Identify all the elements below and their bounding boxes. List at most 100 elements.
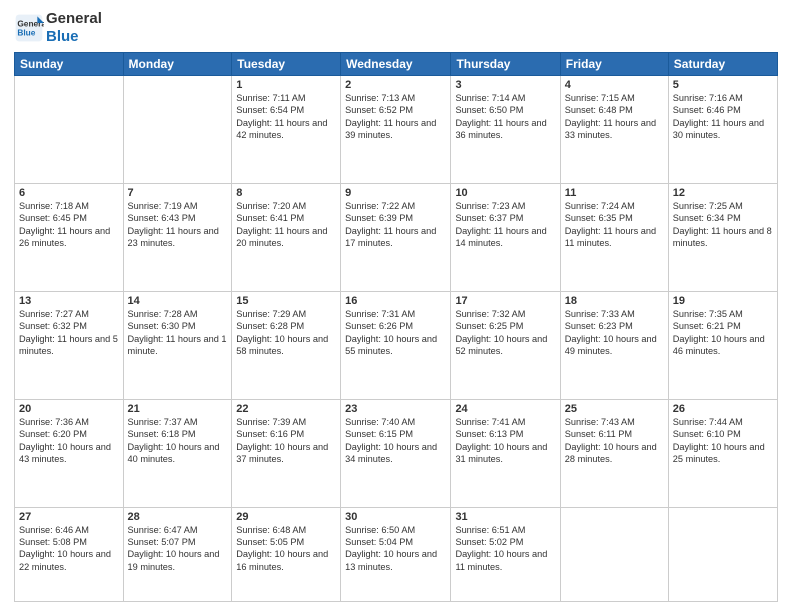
- calendar-cell: 26Sunrise: 7:44 AM Sunset: 6:10 PM Dayli…: [668, 399, 777, 507]
- calendar-cell: 1Sunrise: 7:11 AM Sunset: 6:54 PM Daylig…: [232, 76, 341, 184]
- day-info: Sunrise: 7:23 AM Sunset: 6:37 PM Dayligh…: [455, 200, 555, 250]
- calendar-cell: [668, 507, 777, 601]
- day-number: 26: [673, 403, 773, 415]
- day-info: Sunrise: 7:32 AM Sunset: 6:25 PM Dayligh…: [455, 308, 555, 358]
- day-number: 19: [673, 295, 773, 307]
- day-info: Sunrise: 7:16 AM Sunset: 6:46 PM Dayligh…: [673, 92, 773, 142]
- column-header-sunday: Sunday: [15, 53, 124, 76]
- calendar-cell: 15Sunrise: 7:29 AM Sunset: 6:28 PM Dayli…: [232, 291, 341, 399]
- day-number: 10: [455, 187, 555, 199]
- calendar-cell: 18Sunrise: 7:33 AM Sunset: 6:23 PM Dayli…: [560, 291, 668, 399]
- day-info: Sunrise: 7:14 AM Sunset: 6:50 PM Dayligh…: [455, 92, 555, 142]
- day-info: Sunrise: 7:36 AM Sunset: 6:20 PM Dayligh…: [19, 416, 119, 466]
- calendar-cell: 3Sunrise: 7:14 AM Sunset: 6:50 PM Daylig…: [451, 76, 560, 184]
- column-header-friday: Friday: [560, 53, 668, 76]
- day-info: Sunrise: 7:25 AM Sunset: 6:34 PM Dayligh…: [673, 200, 773, 250]
- day-number: 17: [455, 295, 555, 307]
- calendar-cell: 12Sunrise: 7:25 AM Sunset: 6:34 PM Dayli…: [668, 183, 777, 291]
- day-info: Sunrise: 7:29 AM Sunset: 6:28 PM Dayligh…: [236, 308, 336, 358]
- day-number: 15: [236, 295, 336, 307]
- calendar-cell: 31Sunrise: 6:51 AM Sunset: 5:02 PM Dayli…: [451, 507, 560, 601]
- calendar-cell: 23Sunrise: 7:40 AM Sunset: 6:15 PM Dayli…: [341, 399, 451, 507]
- day-info: Sunrise: 7:22 AM Sunset: 6:39 PM Dayligh…: [345, 200, 446, 250]
- calendar-cell: 4Sunrise: 7:15 AM Sunset: 6:48 PM Daylig…: [560, 76, 668, 184]
- day-info: Sunrise: 7:27 AM Sunset: 6:32 PM Dayligh…: [19, 308, 119, 358]
- calendar-cell: 10Sunrise: 7:23 AM Sunset: 6:37 PM Dayli…: [451, 183, 560, 291]
- day-info: Sunrise: 7:13 AM Sunset: 6:52 PM Dayligh…: [345, 92, 446, 142]
- calendar-cell: 14Sunrise: 7:28 AM Sunset: 6:30 PM Dayli…: [123, 291, 232, 399]
- day-info: Sunrise: 7:15 AM Sunset: 6:48 PM Dayligh…: [565, 92, 664, 142]
- calendar-cell: [560, 507, 668, 601]
- day-number: 31: [455, 511, 555, 523]
- day-number: 14: [128, 295, 228, 307]
- day-number: 23: [345, 403, 446, 415]
- day-number: 13: [19, 295, 119, 307]
- svg-text:Blue: Blue: [17, 28, 35, 38]
- logo-text: General Blue: [46, 10, 102, 46]
- day-info: Sunrise: 7:11 AM Sunset: 6:54 PM Dayligh…: [236, 92, 336, 142]
- calendar-cell: [123, 76, 232, 184]
- day-info: Sunrise: 7:24 AM Sunset: 6:35 PM Dayligh…: [565, 200, 664, 250]
- calendar-table: SundayMondayTuesdayWednesdayThursdayFrid…: [14, 52, 778, 602]
- day-number: 21: [128, 403, 228, 415]
- day-info: Sunrise: 7:37 AM Sunset: 6:18 PM Dayligh…: [128, 416, 228, 466]
- day-info: Sunrise: 6:46 AM Sunset: 5:08 PM Dayligh…: [19, 524, 119, 574]
- day-number: 28: [128, 511, 228, 523]
- column-header-thursday: Thursday: [451, 53, 560, 76]
- column-header-saturday: Saturday: [668, 53, 777, 76]
- calendar-week-row: 6Sunrise: 7:18 AM Sunset: 6:45 PM Daylig…: [15, 183, 778, 291]
- calendar-cell: 7Sunrise: 7:19 AM Sunset: 6:43 PM Daylig…: [123, 183, 232, 291]
- calendar-cell: 24Sunrise: 7:41 AM Sunset: 6:13 PM Dayli…: [451, 399, 560, 507]
- day-number: 16: [345, 295, 446, 307]
- calendar-cell: 30Sunrise: 6:50 AM Sunset: 5:04 PM Dayli…: [341, 507, 451, 601]
- day-number: 6: [19, 187, 119, 199]
- calendar-week-row: 20Sunrise: 7:36 AM Sunset: 6:20 PM Dayli…: [15, 399, 778, 507]
- day-info: Sunrise: 7:28 AM Sunset: 6:30 PM Dayligh…: [128, 308, 228, 358]
- calendar-cell: 19Sunrise: 7:35 AM Sunset: 6:21 PM Dayli…: [668, 291, 777, 399]
- day-number: 30: [345, 511, 446, 523]
- day-info: Sunrise: 7:41 AM Sunset: 6:13 PM Dayligh…: [455, 416, 555, 466]
- calendar-cell: 13Sunrise: 7:27 AM Sunset: 6:32 PM Dayli…: [15, 291, 124, 399]
- calendar-week-row: 27Sunrise: 6:46 AM Sunset: 5:08 PM Dayli…: [15, 507, 778, 601]
- column-header-tuesday: Tuesday: [232, 53, 341, 76]
- day-info: Sunrise: 6:51 AM Sunset: 5:02 PM Dayligh…: [455, 524, 555, 574]
- day-number: 25: [565, 403, 664, 415]
- day-number: 12: [673, 187, 773, 199]
- logo-general: General: [46, 10, 102, 27]
- calendar-cell: 21Sunrise: 7:37 AM Sunset: 6:18 PM Dayli…: [123, 399, 232, 507]
- calendar-cell: 16Sunrise: 7:31 AM Sunset: 6:26 PM Dayli…: [341, 291, 451, 399]
- calendar-cell: 29Sunrise: 6:48 AM Sunset: 5:05 PM Dayli…: [232, 507, 341, 601]
- calendar-cell: 25Sunrise: 7:43 AM Sunset: 6:11 PM Dayli…: [560, 399, 668, 507]
- calendar-cell: 17Sunrise: 7:32 AM Sunset: 6:25 PM Dayli…: [451, 291, 560, 399]
- calendar-week-row: 1Sunrise: 7:11 AM Sunset: 6:54 PM Daylig…: [15, 76, 778, 184]
- day-number: 1: [236, 79, 336, 91]
- logo: General Blue General Blue: [14, 10, 102, 46]
- day-info: Sunrise: 7:18 AM Sunset: 6:45 PM Dayligh…: [19, 200, 119, 250]
- logo-icon: General Blue: [14, 13, 44, 43]
- calendar-cell: 27Sunrise: 6:46 AM Sunset: 5:08 PM Dayli…: [15, 507, 124, 601]
- day-number: 5: [673, 79, 773, 91]
- column-header-wednesday: Wednesday: [341, 53, 451, 76]
- day-number: 22: [236, 403, 336, 415]
- day-number: 2: [345, 79, 446, 91]
- calendar-cell: 2Sunrise: 7:13 AM Sunset: 6:52 PM Daylig…: [341, 76, 451, 184]
- calendar-cell: 22Sunrise: 7:39 AM Sunset: 6:16 PM Dayli…: [232, 399, 341, 507]
- day-number: 29: [236, 511, 336, 523]
- page-header: General Blue General Blue: [14, 10, 778, 46]
- calendar-cell: 11Sunrise: 7:24 AM Sunset: 6:35 PM Dayli…: [560, 183, 668, 291]
- day-info: Sunrise: 7:33 AM Sunset: 6:23 PM Dayligh…: [565, 308, 664, 358]
- calendar-cell: 8Sunrise: 7:20 AM Sunset: 6:41 PM Daylig…: [232, 183, 341, 291]
- day-number: 9: [345, 187, 446, 199]
- day-info: Sunrise: 7:44 AM Sunset: 6:10 PM Dayligh…: [673, 416, 773, 466]
- calendar-cell: [15, 76, 124, 184]
- day-number: 4: [565, 79, 664, 91]
- day-info: Sunrise: 7:20 AM Sunset: 6:41 PM Dayligh…: [236, 200, 336, 250]
- day-number: 8: [236, 187, 336, 199]
- day-info: Sunrise: 6:48 AM Sunset: 5:05 PM Dayligh…: [236, 524, 336, 574]
- day-number: 3: [455, 79, 555, 91]
- calendar-cell: 5Sunrise: 7:16 AM Sunset: 6:46 PM Daylig…: [668, 76, 777, 184]
- logo-blue: Blue: [46, 28, 79, 45]
- day-number: 24: [455, 403, 555, 415]
- calendar-header-row: SundayMondayTuesdayWednesdayThursdayFrid…: [15, 53, 778, 76]
- day-info: Sunrise: 7:31 AM Sunset: 6:26 PM Dayligh…: [345, 308, 446, 358]
